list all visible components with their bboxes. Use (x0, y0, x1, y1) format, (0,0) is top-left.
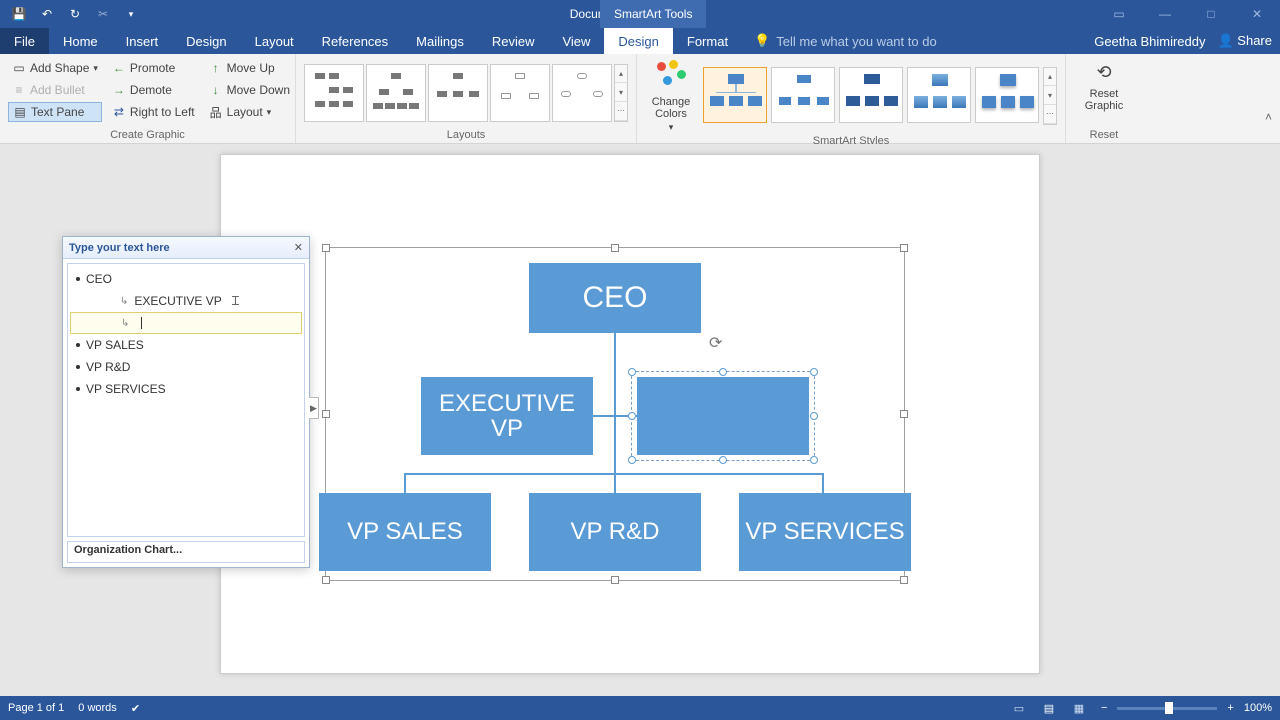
move-up-icon: ↑ (209, 61, 223, 75)
smartart-node-vprd[interactable]: VP R&D (529, 493, 701, 571)
text-pane-item[interactable]: ↳EXECUTIVE VPᏆ (70, 290, 302, 312)
group-create-graphic: Create Graphic (8, 127, 287, 141)
layouts-more-icon[interactable]: ▴▾⋯ (614, 64, 628, 122)
demote-button[interactable]: →Demote (108, 80, 199, 100)
zoom-level[interactable]: 100% (1244, 702, 1272, 714)
layout-icon: 品 (209, 104, 223, 121)
view-web-icon[interactable]: ▦ (1067, 699, 1091, 717)
tab-home[interactable]: Home (49, 28, 112, 54)
layout-thumb[interactable] (552, 64, 612, 122)
style-thumb[interactable] (771, 67, 835, 123)
status-proof-icon[interactable]: ✔ (131, 702, 140, 715)
save-icon[interactable]: 💾 (6, 3, 32, 25)
text-pane-item[interactable]: CEO (70, 268, 302, 290)
collapse-ribbon-icon[interactable]: ˄ (1265, 110, 1272, 124)
reset-graphic-button[interactable]: ⟲Reset Graphic (1074, 58, 1134, 127)
text-pane-item-editing[interactable]: ↳ (70, 312, 302, 334)
share-button[interactable]: 👤 Share (1217, 33, 1272, 49)
text-pane-collapse-icon[interactable]: ▶ (309, 397, 319, 419)
styles-gallery: ▴▾⋯ (703, 67, 1057, 125)
layouts-gallery[interactable]: ▴▾⋯ (304, 58, 628, 127)
zoom-slider[interactable] (1117, 707, 1217, 710)
demote-icon: → (112, 83, 126, 97)
text-pane-item[interactable]: VP SERVICES (70, 378, 302, 400)
bulb-icon: 💡 (754, 33, 770, 49)
tab-review[interactable]: Review (478, 28, 549, 54)
layout-thumb[interactable] (428, 64, 488, 122)
tab-insert[interactable]: Insert (112, 28, 173, 54)
text-pane-footer[interactable]: Organization Chart... (67, 541, 305, 563)
status-words[interactable]: 0 words (78, 702, 117, 714)
smartart-node-vpsales[interactable]: VP SALES (319, 493, 491, 571)
tab-design[interactable]: Design (172, 28, 240, 54)
layout-thumb[interactable] (490, 64, 550, 122)
node-selection (631, 371, 815, 461)
rtl-button[interactable]: ⇄Right to Left (108, 102, 199, 122)
undo-icon[interactable]: ↶ (34, 3, 60, 25)
cut-icon[interactable]: ✂ (90, 3, 116, 25)
change-colors-button[interactable]: Change Colors▾ (645, 58, 697, 133)
user-name[interactable]: Geetha Bhimireddy (1094, 34, 1205, 49)
tab-strip: File Home Insert Design Layout Reference… (0, 28, 1280, 54)
style-thumb[interactable] (839, 67, 903, 123)
document-area: ⟳ CEO EXECUTIVE VP VP SALES VP R&D VP SE… (0, 144, 1280, 696)
promote-button[interactable]: ←Promote (108, 58, 199, 78)
text-pane[interactable]: Type your text here ✕ CEO ↳EXECUTIVE VPᏆ … (62, 236, 310, 568)
text-cursor-icon: Ꮖ (232, 294, 240, 309)
add-shape-icon: ▭ (12, 61, 26, 75)
close-icon[interactable]: ✕ (1234, 0, 1280, 28)
view-read-icon[interactable]: ▭ (1007, 699, 1031, 717)
text-pane-item[interactable]: VP R&D (70, 356, 302, 378)
smartart-node-execvp[interactable]: EXECUTIVE VP (421, 377, 593, 455)
ribbon-options-icon[interactable]: ▭ (1096, 0, 1142, 28)
group-layouts: Layouts (304, 127, 628, 141)
page[interactable]: ⟳ CEO EXECUTIVE VP VP SALES VP R&D VP SE… (220, 154, 1040, 674)
text-pane-close-icon[interactable]: ✕ (294, 241, 303, 254)
move-up-button[interactable]: ↑Move Up (205, 58, 294, 78)
tab-smartart-format[interactable]: Format (673, 28, 742, 54)
text-pane-list[interactable]: CEO ↳EXECUTIVE VPᏆ ↳ VP SALES VP R&D VP … (67, 263, 305, 537)
view-print-icon[interactable]: ▤ (1037, 699, 1061, 717)
qat-more-icon[interactable]: ▾ (118, 3, 144, 25)
title-bar: 💾 ↶ ↻ ✂ ▾ Document1 - Word SmartArt Tool… (0, 0, 1280, 28)
tab-file[interactable]: File (0, 28, 49, 54)
move-down-button[interactable]: ↓Move Down (205, 80, 294, 100)
reset-icon: ⟲ (1090, 58, 1118, 86)
smartart-node-vpservices[interactable]: VP SERVICES (739, 493, 911, 571)
ribbon: ▭Add Shape ▾ ≡Add Bullet ▤Text Pane ←Pro… (0, 54, 1280, 144)
status-bar: Page 1 of 1 0 words ✔ ▭ ▤ ▦ − + 100% (0, 696, 1280, 720)
layout-button[interactable]: 品Layout▾ (205, 102, 294, 122)
change-colors-icon (655, 60, 687, 92)
add-shape-button[interactable]: ▭Add Shape ▾ (8, 58, 102, 78)
styles-more-icon[interactable]: ▴▾⋯ (1043, 67, 1057, 125)
redo-icon[interactable]: ↻ (62, 3, 88, 25)
promote-icon: ← (112, 61, 126, 75)
layout-thumb[interactable] (366, 64, 426, 122)
tab-view[interactable]: View (548, 28, 604, 54)
smartart-node-ceo[interactable]: CEO (529, 263, 701, 333)
text-pane-title: Type your text here (69, 242, 170, 254)
layout-thumb[interactable] (304, 64, 364, 122)
rtl-icon: ⇄ (112, 105, 126, 119)
style-thumb[interactable] (975, 67, 1039, 123)
text-pane-icon: ▤ (13, 105, 27, 119)
style-thumb[interactable] (703, 67, 767, 123)
tab-references[interactable]: References (308, 28, 402, 54)
tell-me-search[interactable]: 💡Tell me what you want to do (742, 28, 1094, 54)
add-bullet-icon: ≡ (12, 83, 26, 97)
status-page[interactable]: Page 1 of 1 (8, 702, 64, 714)
style-thumb[interactable] (907, 67, 971, 123)
context-tab: SmartArt Tools (600, 0, 706, 28)
minimize-icon[interactable]: — (1142, 0, 1188, 28)
tab-mailings[interactable]: Mailings (402, 28, 478, 54)
tab-smartart-design[interactable]: Design (604, 28, 672, 54)
move-down-icon: ↓ (209, 83, 223, 97)
add-bullet-button: ≡Add Bullet (8, 80, 102, 100)
tab-layout[interactable]: Layout (241, 28, 308, 54)
maximize-icon[interactable]: □ (1188, 0, 1234, 28)
rotate-handle-icon[interactable]: ⟳ (709, 333, 727, 351)
group-reset: Reset (1074, 127, 1134, 141)
text-pane-toggle[interactable]: ▤Text Pane (8, 102, 102, 122)
text-pane-item[interactable]: VP SALES (70, 334, 302, 356)
